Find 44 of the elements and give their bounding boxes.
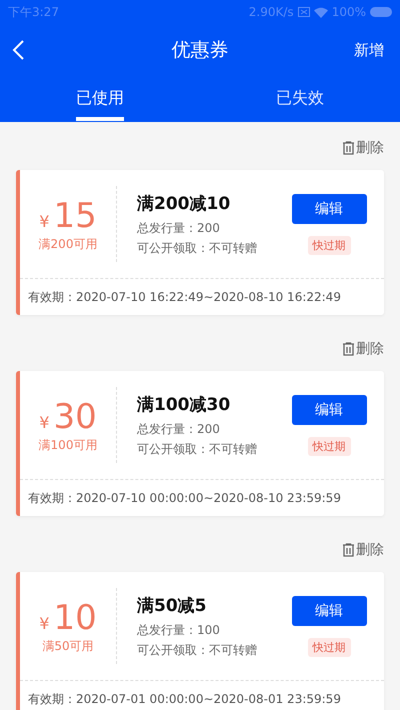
validity-period: 有效期：2020-07-10 16:22:49~2020-08-10 16:22:49 (28, 288, 341, 306)
trash-icon (342, 342, 355, 356)
issued-quantity: 总发行量：100 (137, 622, 221, 638)
validity-period: 有效期：2020-07-01 00:00:00~2020-08-01 23:59:59 (28, 690, 341, 708)
page-title: 优惠券 (172, 38, 228, 63)
trash-icon (342, 543, 355, 557)
claim-rule: 可公开领取：不可转赠 (137, 642, 258, 658)
sim-icon (298, 7, 310, 17)
currency-symbol: ¥ (39, 212, 50, 230)
tab[interactable]: 已失效 (200, 76, 400, 122)
coupon-amount: 30 (53, 396, 97, 436)
validity-period: 有效期：2020-07-10 00:00:00~2020-08-10 23:59:59 (28, 490, 341, 506)
edit-button[interactable]: 编辑 (292, 194, 366, 224)
network-speed: 2.90K/s (248, 5, 294, 19)
expiring-tag: 快过期 (308, 236, 350, 254)
usage-condition: 满200可用 (38, 236, 98, 252)
currency-symbol: ¥ (39, 614, 50, 632)
trash-icon (342, 141, 355, 155)
delete-button[interactable]: 删除 (342, 139, 384, 157)
claim-rule: 可公开领取：不可转赠 (137, 240, 258, 256)
add-button[interactable]: 新增 (354, 40, 384, 60)
issued-quantity: 总发行量：200 (137, 220, 221, 236)
status-time: 下午3:27 (8, 4, 59, 20)
coupon-amount: 10 (53, 598, 97, 638)
coupon-amount: 15 (53, 196, 97, 236)
wifi-icon (314, 6, 328, 18)
expiring-tag: 快过期 (308, 436, 350, 456)
tab[interactable]: 已使用 (0, 76, 200, 122)
coupon-name: 满50减5 (137, 594, 208, 616)
battery-level: 100% (332, 5, 366, 19)
delete-button[interactable]: 删除 (342, 541, 384, 559)
delete-button[interactable]: 删除 (342, 340, 384, 358)
usage-condition: 满50可用 (42, 638, 94, 654)
battery-icon (370, 7, 392, 17)
edit-button[interactable]: 编辑 (292, 394, 366, 424)
coupon-name: 满200减10 (137, 192, 232, 214)
claim-rule: 可公开领取：不可转赠 (137, 440, 258, 458)
expiring-tag: 快过期 (308, 638, 350, 656)
edit-button[interactable]: 编辑 (292, 596, 366, 626)
coupon-name: 满100减30 (137, 394, 232, 416)
back-icon[interactable] (10, 38, 26, 62)
currency-symbol: ¥ (39, 412, 50, 432)
usage-condition: 满100可用 (38, 436, 98, 454)
issued-quantity: 总发行量：200 (137, 420, 221, 438)
